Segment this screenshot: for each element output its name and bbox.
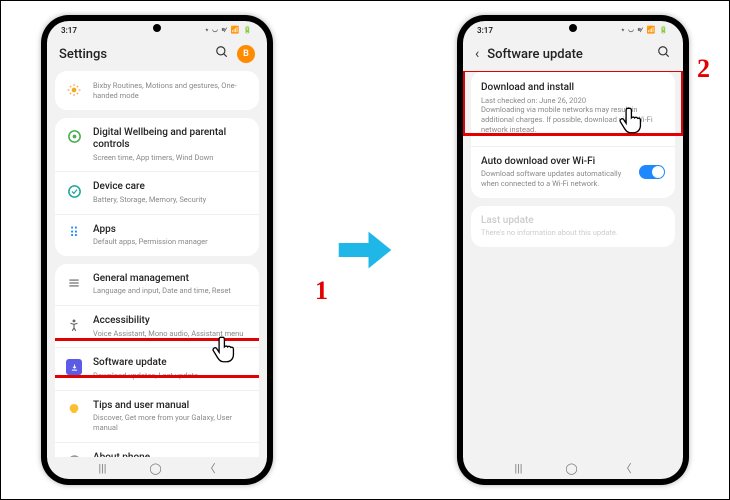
page-title: Settings xyxy=(59,47,207,62)
row-subtitle: Screen time, App timers, Wind Down xyxy=(93,153,249,163)
row-subtitle: Battery, Storage, Memory, Security xyxy=(93,195,249,205)
row-subtitle: Download updates, Last update xyxy=(93,371,249,381)
row-subtitle: Language and input, Date and time, Reset xyxy=(93,286,249,296)
search-icon[interactable] xyxy=(657,45,671,63)
row-auto-download[interactable]: Auto download over Wi-Fi Download softwa… xyxy=(471,147,675,198)
instruction-container: 3:17 ⋆ ◡ ୶ 📶 🔋 Settings B Bixby Routines… xyxy=(1,1,729,499)
row-title: Device care xyxy=(93,181,249,194)
punch-hole-camera xyxy=(569,24,577,32)
row-subtitle: Bixby Routines, Motions and gestures, On… xyxy=(93,81,249,101)
status-bar: 3:17 ⋆ ◡ ୶ 📶 🔋 xyxy=(47,21,267,39)
arrow-icon xyxy=(337,225,393,275)
row-title: Last update xyxy=(481,215,665,228)
settings-row-wellbeing[interactable]: Digital Wellbeing and parental controlsS… xyxy=(55,118,259,173)
row-last-update: Last update There's no information about… xyxy=(471,206,675,247)
row-subtitle: Download software updates automatically … xyxy=(481,169,629,189)
page-title: Software update xyxy=(487,47,649,62)
profile-avatar[interactable]: B xyxy=(237,45,255,63)
status-time: 3:17 xyxy=(477,26,493,35)
row-title: Tips and user manual xyxy=(93,400,249,413)
settings-row-advanced[interactable]: Bixby Routines, Motions and gestures, On… xyxy=(55,71,259,110)
android-navbar: ||| ◯ 〈 xyxy=(463,457,683,479)
settings-row-devicecare[interactable]: Device careBattery, Storage, Memory, Sec… xyxy=(55,172,259,214)
status-time: 3:17 xyxy=(61,26,77,35)
row-subtitle: Discover, Get more from your Galaxy, Use… xyxy=(93,413,249,433)
software-update-icon xyxy=(65,358,83,376)
step-1-label: 1 xyxy=(315,276,328,306)
advanced-icon xyxy=(65,81,83,99)
back-icon[interactable]: ‹ xyxy=(475,46,479,62)
screen-software-update: 3:17 ⋆ ◡ ୶ 📶 🔋 ‹ Software update Downloa… xyxy=(463,21,683,479)
row-title: Accessibility xyxy=(93,315,249,328)
wifi-toggle[interactable] xyxy=(639,165,665,179)
settings-row-tips[interactable]: Tips and user manualDiscover, Get more f… xyxy=(55,391,259,443)
devicecare-icon xyxy=(65,182,83,200)
tap-gesture-icon xyxy=(616,103,650,137)
about-icon xyxy=(65,453,83,458)
row-title: About phone xyxy=(93,452,249,458)
software-update-header: ‹ Software update xyxy=(463,39,683,71)
home-button[interactable]: ◯ xyxy=(565,462,577,475)
general-icon xyxy=(65,274,83,292)
status-right-icons: ⋆ ◡ ୶ 📶 🔋 xyxy=(621,26,669,35)
phone-left: 3:17 ⋆ ◡ ୶ 📶 🔋 Settings B Bixby Routines… xyxy=(41,15,273,485)
status-bar: 3:17 ⋆ ◡ ୶ 📶 🔋 xyxy=(463,21,683,39)
row-title: Apps xyxy=(93,224,249,237)
punch-hole-camera xyxy=(153,24,161,32)
settings-row-about[interactable]: About phoneStatus, Legal information, Ph… xyxy=(55,443,259,458)
row-title: Download and install xyxy=(481,82,665,95)
recents-button[interactable]: ||| xyxy=(514,462,522,475)
row-subtitle: Default apps, Permission manager xyxy=(93,237,249,247)
step-2-label: 2 xyxy=(697,54,710,84)
row-subtitle: There's no information about this update… xyxy=(481,228,665,238)
status-right-icons: ⋆ ◡ ୶ 📶 🔋 xyxy=(205,26,253,35)
tips-icon xyxy=(65,401,83,419)
settings-row-apps[interactable]: ⠿ AppsDefault apps, Permission manager xyxy=(55,215,259,256)
row-title: Auto download over Wi-Fi xyxy=(481,156,629,169)
wellbeing-icon xyxy=(65,128,83,146)
tap-gesture-icon xyxy=(209,332,243,366)
accessibility-icon xyxy=(65,316,83,334)
settings-row-general[interactable]: General managementLanguage and input, Da… xyxy=(55,264,259,306)
android-navbar: ||| ◯ 〈 xyxy=(47,457,267,479)
home-button[interactable]: ◯ xyxy=(149,462,161,475)
back-button[interactable]: 〈 xyxy=(205,460,216,476)
phone-right: 3:17 ⋆ ◡ ୶ 📶 🔋 ‹ Software update Downloa… xyxy=(457,15,689,485)
update-list[interactable]: Download and install Last checked on: Ju… xyxy=(463,71,683,457)
apps-icon: ⠿ xyxy=(65,225,83,243)
row-title: General management xyxy=(93,273,249,286)
settings-list[interactable]: Bixby Routines, Motions and gestures, On… xyxy=(47,71,267,457)
recents-button[interactable]: ||| xyxy=(98,462,106,475)
back-button[interactable]: 〈 xyxy=(621,460,632,476)
search-icon[interactable] xyxy=(215,45,229,63)
screen-settings: 3:17 ⋆ ◡ ୶ 📶 🔋 Settings B Bixby Routines… xyxy=(47,21,267,479)
row-title: Digital Wellbeing and parental controls xyxy=(93,127,249,152)
settings-header: Settings B xyxy=(47,39,267,71)
